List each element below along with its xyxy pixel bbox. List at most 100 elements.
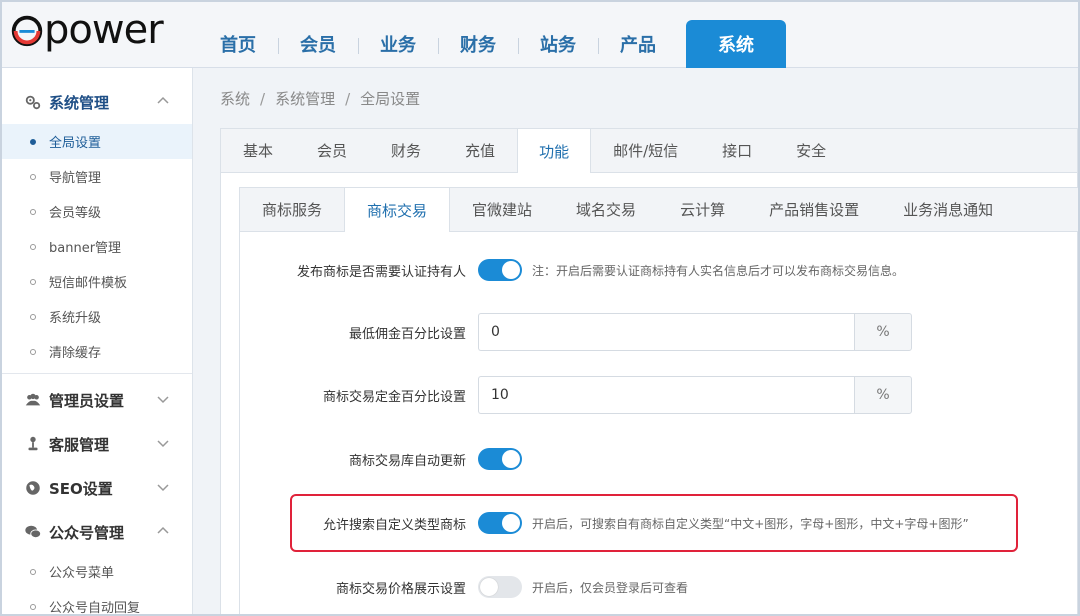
bullet-dot-icon bbox=[30, 313, 36, 320]
tab-members[interactable]: 会员 bbox=[295, 129, 369, 172]
sidebar-item-label: 短信邮件模板 bbox=[49, 276, 128, 291]
nav-item-home[interactable]: 首页 bbox=[198, 20, 278, 68]
nav-item-system[interactable]: 系统 bbox=[686, 20, 786, 68]
breadcrumb-separator: / bbox=[345, 90, 351, 108]
breadcrumb: 系统 / 系统管理 / 全局设置 bbox=[220, 88, 420, 109]
tab-product-sales[interactable]: 产品销售设置 bbox=[747, 188, 881, 231]
secondary-tabs: 商标服务 商标交易 官微建站 域名交易 云计算 产品销售设置 业务消息通知 bbox=[240, 188, 1078, 232]
sidebar-group-admin[interactable]: 管理员设置 bbox=[2, 378, 192, 422]
bullet-dot-icon bbox=[30, 208, 36, 215]
nav-item-site[interactable]: 站务 bbox=[518, 20, 598, 68]
primary-tabs: 基本 会员 财务 充值 功能 邮件/短信 接口 安全 bbox=[221, 129, 1077, 173]
form-row-deposit: 商标交易定金百分比设置 % bbox=[240, 375, 1078, 415]
form-row-custom-search: 允许搜索自定义类型商标 开启后，可搜索自有商标自定义类型“中文+图形，字母+图形… bbox=[240, 503, 1078, 543]
sidebar-group-label: 客服管理 bbox=[49, 435, 110, 454]
breadcrumb-item-system[interactable]: 系统 bbox=[220, 90, 250, 108]
form-label: 商标交易价格展示设置 bbox=[335, 581, 466, 597]
breadcrumb-item-system-management[interactable]: 系统管理 bbox=[275, 90, 335, 108]
price-display-toggle[interactable] bbox=[478, 576, 522, 598]
bullet-dot-icon bbox=[30, 568, 36, 575]
bullet-dot-icon bbox=[30, 138, 36, 145]
chevron-down-icon bbox=[157, 396, 169, 404]
form-label: 允许搜索自定义类型商标 bbox=[322, 517, 466, 533]
tab-trademark-service[interactable]: 商标服务 bbox=[240, 188, 344, 231]
sidebar-item-label: 系统升级 bbox=[49, 311, 102, 326]
sidebar-item-label: 公众号自动回复 bbox=[49, 601, 141, 616]
sidebar-item-member-levels[interactable]: 会员等级 bbox=[2, 194, 192, 229]
sidebar-item-wechat-menu[interactable]: 公众号菜单 bbox=[2, 554, 192, 589]
form-note: 开启后，仅会员登录后可查看 bbox=[532, 580, 689, 595]
tab-official-site[interactable]: 官微建站 bbox=[450, 188, 554, 231]
sidebar-group-customer-service[interactable]: 客服管理 bbox=[2, 422, 192, 466]
users-icon bbox=[25, 393, 41, 406]
logo-text: power bbox=[44, 7, 164, 53]
percent-addon: % bbox=[854, 313, 912, 351]
form-row-require-owner: 发布商标是否需要认证持有人 注：开启后需要认证商标持有人实名信息后才可以发布商标… bbox=[240, 250, 1078, 290]
nav-item-products[interactable]: 产品 bbox=[598, 20, 678, 68]
sidebar-item-global-settings[interactable]: 全局设置 bbox=[2, 124, 192, 159]
min-commission-group: % bbox=[478, 313, 912, 351]
breadcrumb-item-global-settings: 全局设置 bbox=[360, 90, 421, 108]
sidebar-group-label: SEO设置 bbox=[49, 479, 113, 498]
deposit-input[interactable] bbox=[478, 376, 854, 414]
bullet-dot-icon bbox=[30, 348, 36, 355]
tab-notifications[interactable]: 业务消息通知 bbox=[881, 188, 1015, 231]
nav-item-finance[interactable]: 财务 bbox=[438, 20, 518, 68]
breadcrumb-separator: / bbox=[260, 90, 266, 108]
bullet-dot-icon bbox=[30, 603, 36, 610]
gears-icon bbox=[25, 95, 41, 110]
sidebar-group-seo[interactable]: SEO设置 bbox=[2, 466, 192, 510]
sidebar-item-label: 会员等级 bbox=[49, 206, 102, 221]
tab-trademark-trade[interactable]: 商标交易 bbox=[344, 188, 451, 232]
sidebar-group-label: 系统管理 bbox=[49, 93, 110, 112]
sidebar-divider bbox=[2, 373, 192, 374]
tab-basic[interactable]: 基本 bbox=[221, 129, 295, 172]
tab-features[interactable]: 功能 bbox=[517, 129, 592, 173]
nav-item-business[interactable]: 业务 bbox=[358, 20, 438, 68]
sidebar-item-label: 公众号菜单 bbox=[49, 566, 115, 581]
sidebar: 系统管理 全局设置 导航管理 会员等级 banner管理 短信邮件模板 系统升级… bbox=[2, 68, 193, 616]
features-inner-panel: 商标服务 商标交易 官微建站 域名交易 云计算 产品销售设置 业务消息通知 发布… bbox=[239, 187, 1078, 614]
sidebar-group-system[interactable]: 系统管理 bbox=[2, 80, 192, 124]
form-label: 发布商标是否需要认证持有人 bbox=[296, 264, 466, 280]
form-label: 商标交易库自动更新 bbox=[348, 453, 466, 469]
sidebar-item-templates[interactable]: 短信邮件模板 bbox=[2, 264, 192, 299]
tab-security[interactable]: 安全 bbox=[774, 129, 848, 172]
form-row-price-display: 商标交易价格展示设置 开启后，仅会员登录后可查看 bbox=[240, 567, 1078, 607]
sidebar-item-banner[interactable]: banner管理 bbox=[2, 229, 192, 264]
sidebar-group-wechat[interactable]: 公众号管理 bbox=[2, 510, 192, 554]
top-nav: 首页 会员 业务 财务 站务 产品 系统 bbox=[198, 20, 786, 68]
top-header: power 首页 会员 业务 财务 站务 产品 系统 bbox=[2, 2, 1078, 68]
form-row-auto-update: 商标交易库自动更新 bbox=[240, 439, 1078, 479]
globe-icon bbox=[26, 481, 40, 495]
logo[interactable]: power bbox=[8, 7, 164, 53]
min-commission-input[interactable] bbox=[478, 313, 854, 351]
chevron-down-icon bbox=[157, 440, 169, 448]
sidebar-item-label: banner管理 bbox=[49, 241, 122, 256]
app-frame: power 首页 会员 业务 财务 站务 产品 系统 系统管理 全局设置 导航管… bbox=[0, 0, 1080, 616]
custom-search-toggle[interactable] bbox=[478, 512, 522, 534]
sidebar-item-wechat-autoreply[interactable]: 公众号自动回复 bbox=[2, 589, 192, 616]
sidebar-item-upgrade[interactable]: 系统升级 bbox=[2, 299, 192, 334]
sidebar-item-nav-management[interactable]: 导航管理 bbox=[2, 159, 192, 194]
form-label: 商标交易定金百分比设置 bbox=[322, 389, 466, 405]
auto-update-toggle[interactable] bbox=[478, 448, 522, 470]
bullet-dot-icon bbox=[30, 243, 36, 250]
bullet-dot-icon bbox=[30, 278, 36, 285]
bullet-dot-icon bbox=[30, 173, 36, 180]
tab-cloud[interactable]: 云计算 bbox=[658, 188, 747, 231]
tab-domain-trade[interactable]: 域名交易 bbox=[554, 188, 658, 231]
nav-item-members[interactable]: 会员 bbox=[278, 20, 358, 68]
tab-api[interactable]: 接口 bbox=[700, 129, 774, 172]
logo-mark-icon bbox=[11, 15, 43, 47]
require-owner-toggle[interactable] bbox=[478, 259, 522, 281]
sidebar-item-label: 全局设置 bbox=[49, 136, 102, 151]
tab-email-sms[interactable]: 邮件/短信 bbox=[591, 129, 700, 172]
settings-panel: 基本 会员 财务 充值 功能 邮件/短信 接口 安全 商标服务 商标交易 官微建… bbox=[220, 128, 1078, 614]
wechat-icon bbox=[25, 525, 42, 539]
chevron-up-icon bbox=[157, 96, 169, 104]
sidebar-item-clear-cache[interactable]: 清除缓存 bbox=[2, 334, 192, 369]
tab-recharge[interactable]: 充值 bbox=[443, 129, 517, 172]
headset-icon bbox=[28, 436, 38, 451]
tab-finance[interactable]: 财务 bbox=[369, 129, 443, 172]
